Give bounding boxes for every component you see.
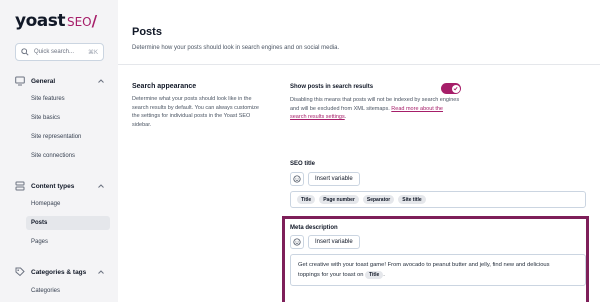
section-general[interactable]: General (15, 75, 105, 87)
meta-text-line2: toppings for your toast on (298, 272, 364, 278)
meta-description-field[interactable]: Get creative with your toast game! From … (290, 254, 586, 286)
smiley-icon (293, 175, 301, 183)
tag-icon (15, 267, 25, 277)
sidebar-item-pages[interactable]: Pages (26, 235, 110, 249)
stack-icon (15, 181, 25, 191)
chevron-up-icon (98, 184, 104, 188)
sidebar-item-categories[interactable]: Categories (26, 284, 110, 298)
chevron-up-icon (98, 79, 104, 83)
desktop-icon (15, 76, 25, 86)
sidebar-item-site-representation[interactable]: Site representation (26, 130, 110, 144)
sidebar-item-posts[interactable]: Posts (26, 216, 110, 230)
section-content-types-label: Content types (31, 182, 75, 190)
section-content-types[interactable]: Content types (15, 180, 105, 192)
show-in-results-description: Disabling this means that posts will not… (290, 97, 460, 121)
page-title: Posts (132, 26, 162, 38)
variable-tag[interactable]: Title (297, 195, 316, 204)
seo-title-emoji-button[interactable] (290, 172, 304, 186)
search-icon (21, 48, 29, 56)
toggle-knob (451, 84, 460, 93)
section-general-label: General (31, 77, 56, 85)
section-categories-tags-label: Categories & tags (31, 268, 87, 276)
show-in-results-label: Show posts in search results (290, 84, 374, 90)
quick-search-input[interactable]: Quick search... ⌘K (15, 43, 104, 61)
seo-title-field[interactable]: Title Page number Separator Site title (290, 191, 586, 208)
search-appearance-description: Determine what your posts should look li… (132, 96, 259, 128)
check-icon (453, 86, 458, 91)
variable-tag[interactable]: Site title (398, 195, 426, 204)
search-placeholder: Quick search... (34, 49, 75, 55)
section-categories-tags[interactable]: Categories & tags (15, 266, 105, 278)
meta-text-line1: Get creative with your toast game! From … (298, 262, 550, 268)
meta-description-insert-variable-button[interactable]: Insert variable (308, 235, 360, 249)
sidebar-item-site-connections[interactable]: Site connections (26, 149, 110, 163)
seo-title-label: SEO title (290, 161, 316, 167)
divider (118, 64, 600, 65)
show-in-results-toggle[interactable] (441, 83, 461, 94)
sidebar-item-site-features[interactable]: Site features (26, 92, 110, 106)
sidebar-item-site-basics[interactable]: Site basics (26, 111, 110, 125)
meta-description-label: Meta description (290, 225, 338, 231)
page-description: Determine how your posts should look in … (132, 45, 340, 51)
yoast-logo[interactable]: yoast SEO/ (15, 11, 97, 31)
variable-tag[interactable]: Page number (319, 195, 359, 204)
variable-tag[interactable]: Separator (362, 195, 395, 204)
seo-title-insert-variable-button[interactable]: Insert variable (308, 172, 360, 186)
chevron-up-icon (98, 270, 104, 274)
variable-tag[interactable]: Title (365, 271, 384, 279)
smiley-icon (293, 238, 301, 246)
main-panel: Posts Determine how your posts should lo… (118, 0, 600, 302)
search-appearance-title: Search appearance (132, 83, 197, 90)
meta-description-emoji-button[interactable] (290, 235, 304, 249)
sidebar-item-homepage[interactable]: Homepage (26, 197, 110, 211)
search-shortcut: ⌘K (87, 49, 98, 56)
sidebar: yoast SEO/ Quick search... ⌘K General Sit… (0, 0, 118, 302)
